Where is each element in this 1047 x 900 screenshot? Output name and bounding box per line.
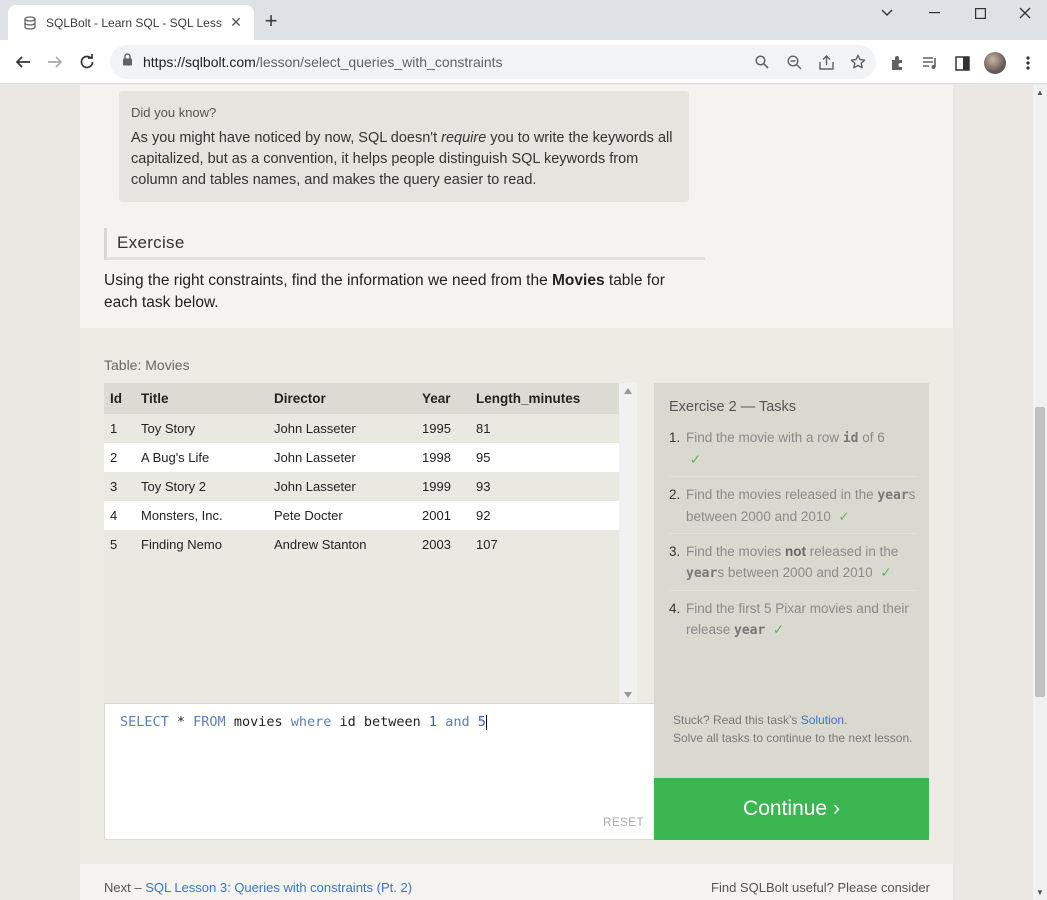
close-window-icon[interactable] — [1002, 0, 1047, 26]
page-viewport: Did you know? As you might have noticed … — [0, 85, 1033, 900]
stuck-hint: Stuck? Read this task's Solution. Solve a… — [673, 713, 913, 745]
tasks-panel: Exercise 2 — Tasks 1. Find the movie wit… — [654, 383, 929, 778]
sql-editor[interactable]: SELECT * FROM movies where id between 1 … — [104, 703, 655, 840]
lock-icon — [122, 53, 133, 71]
tab-title: SQLBolt - Learn SQL - SQL Lesson — [46, 15, 222, 30]
scroll-down-icon[interactable]: ▼ — [1036, 888, 1044, 897]
table-cell: 92 — [470, 501, 635, 530]
close-tab-icon[interactable]: ✕ — [228, 14, 244, 31]
task-item: 1. Find the movie with a row id of 6 ✓ — [669, 427, 917, 477]
task-item: 3. Find the movies not released in the y… — [669, 541, 917, 591]
task-item: 4. Find the first 5 Pixar movies and the… — [669, 601, 909, 638]
table-cell: Pete Docter — [268, 501, 416, 530]
more-menu-icon[interactable] — [1018, 53, 1038, 73]
table-header-row: Id Title Director Year Length_minutes — [104, 383, 635, 414]
next-lesson-link[interactable]: SQL Lesson 3: Queries with constraints (… — [145, 880, 412, 895]
side-panel-icon[interactable] — [952, 53, 972, 73]
table-scrollbar[interactable] — [619, 383, 637, 703]
table-cell: John Lasseter — [268, 443, 416, 472]
text-caret — [485, 714, 487, 730]
table-cell: 5 — [110, 537, 118, 552]
browser-tab[interactable]: SQLBolt - Learn SQL - SQL Lesson ✕ — [8, 5, 254, 40]
check-icon: ✓ — [880, 565, 892, 580]
table-row: 4 Monsters, Inc. Pete Docter 2001 92 — [104, 501, 635, 530]
minimize-icon[interactable] — [911, 0, 957, 26]
database-icon — [22, 15, 38, 31]
table-cell: Andrew Stanton — [274, 537, 367, 552]
support-text: Find SQLBolt useful? Please consider — [711, 880, 930, 895]
scrollbar-thumb[interactable] — [1035, 407, 1045, 697]
reload-icon[interactable] — [75, 50, 99, 74]
task-item: 2. Find the movies released in the years… — [669, 484, 917, 534]
table-cell: 95 — [470, 443, 635, 472]
exercise-intro: Using the right constraints, find the in… — [104, 272, 665, 311]
task-list: 1. Find the movie with a row id of 6 ✓ 2… — [669, 427, 917, 647]
exercise-heading: Exercise — [104, 228, 705, 260]
table-cell: 81 — [476, 421, 491, 436]
table-row: 1 Toy Story John Lasseter 1995 81 — [104, 414, 635, 443]
maximize-icon[interactable] — [957, 0, 1003, 26]
table-cell: John Lasseter — [274, 421, 356, 436]
table-cell: Toy Story 2 — [141, 479, 207, 494]
callout-title: Did you know? — [131, 105, 217, 120]
table-cell: 1 — [110, 421, 118, 436]
address-bar[interactable]: https://sqlbolt.com/lesson/select_querie… — [110, 45, 876, 79]
column-header: Year — [416, 383, 470, 414]
table-cell: 3 — [110, 479, 118, 494]
next-lesson: Next – SQL Lesson 3: Queries with constr… — [104, 880, 413, 895]
forward-arrow-icon[interactable] — [43, 50, 67, 74]
column-header: Length_minutes — [470, 383, 635, 414]
table-cell: 2003 — [422, 537, 451, 552]
table-cell: 107 — [476, 537, 498, 552]
did-you-know-callout: Did you know? As you might have noticed … — [119, 91, 689, 202]
table-cell: Finding Nemo — [141, 537, 222, 552]
extensions-puzzle-icon[interactable] — [888, 53, 908, 73]
check-icon: ✓ — [838, 509, 850, 524]
back-arrow-icon[interactable] — [11, 50, 35, 74]
page-scrollbar[interactable]: ▲ ▼ — [1033, 85, 1047, 900]
check-icon: ✓ — [689, 452, 702, 467]
table-cell: John Lasseter — [274, 479, 356, 494]
zoom-out-icon[interactable] — [784, 52, 804, 72]
table-cell: 2001 — [416, 501, 470, 530]
table-cell: 1995 — [422, 421, 451, 436]
table-cell: Monsters, Inc. — [135, 501, 268, 530]
tab-bar: SQLBolt - Learn SQL - SQL Lesson ✕ + — [0, 0, 1047, 40]
tab-search-icon[interactable] — [864, 0, 910, 26]
table-cell: 2 — [104, 443, 135, 472]
table-cell: 1998 — [416, 443, 470, 472]
new-tab-icon[interactable]: + — [260, 10, 282, 33]
reset-button[interactable]: RESET — [603, 817, 644, 829]
share-icon[interactable] — [816, 52, 836, 72]
search-icon[interactable] — [752, 52, 772, 72]
table-cell: 93 — [476, 479, 491, 494]
bookmark-star-icon[interactable] — [848, 52, 868, 72]
continue-button[interactable]: Continue › — [654, 778, 929, 840]
callout-body: As you might have noticed by now, SQL do… — [131, 130, 673, 188]
table-cell: Toy Story — [141, 421, 196, 436]
media-control-icon[interactable] — [920, 53, 940, 73]
column-header: Title — [135, 383, 268, 414]
table-row: 2 A Bug's Life John Lasseter 1998 95 — [104, 443, 635, 472]
table-caption: Table: Movies — [104, 357, 190, 373]
tasks-title: Exercise 2 — Tasks — [669, 399, 797, 415]
table-cell: A Bug's Life — [135, 443, 268, 472]
table-cell: 4 — [104, 501, 135, 530]
sql-query-text[interactable]: SELECT * FROM movies where id between 1 … — [120, 714, 487, 730]
profile-avatar[interactable] — [984, 52, 1006, 74]
results-table: Id Title Director Year Length_minutes 1 … — [104, 383, 635, 559]
results-table-container[interactable]: Id Title Director Year Length_minutes 1 … — [104, 383, 637, 703]
scroll-up-icon[interactable]: ▲ — [1036, 88, 1044, 97]
table-row: 5 Finding Nemo Andrew Stanton 2003 107 — [104, 530, 635, 559]
solution-link[interactable]: Solution — [801, 713, 844, 727]
table-cell: 1999 — [422, 479, 451, 494]
table-row: 3 Toy Story 2 John Lasseter 1999 93 — [104, 472, 635, 501]
exercise-panel: Table: Movies Id Title Director Year Len… — [80, 328, 953, 864]
url-text: https://sqlbolt.com/lesson/select_querie… — [143, 54, 503, 70]
check-icon: ✓ — [772, 622, 785, 637]
column-header: Director — [268, 383, 416, 414]
column-header: Id — [104, 383, 135, 414]
lesson-content: Did you know? As you might have noticed … — [80, 85, 953, 900]
